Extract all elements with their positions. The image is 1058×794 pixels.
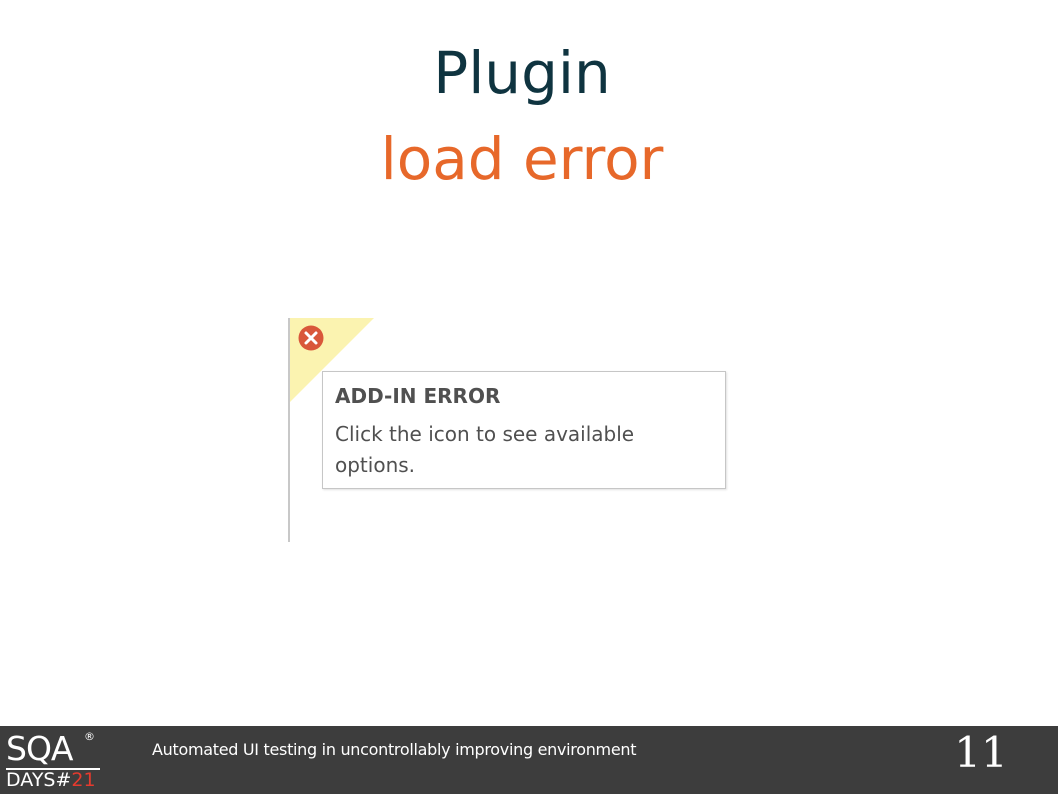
slide-footer: SQA ® DAYS#21 Automated UI testing in un… <box>0 726 1058 794</box>
slide-number: 11 <box>954 728 1008 777</box>
logo-brand-text: SQA <box>6 729 73 768</box>
sqa-days-logo: SQA ® DAYS#21 <box>4 728 104 792</box>
slide-title-line1: Plugin <box>433 39 611 107</box>
error-circle-x-icon[interactable] <box>297 324 325 352</box>
slide-title-line2: load error <box>380 125 664 193</box>
logo-edition-number: 21 <box>71 769 96 791</box>
registered-mark: ® <box>84 730 95 743</box>
logo-days-label: DAYS <box>6 769 56 791</box>
logo-days-text: DAYS#21 <box>6 769 96 791</box>
addin-error-heading: ADD-IN ERROR <box>335 384 501 408</box>
addin-error-message: Click the icon to see available options. <box>335 422 635 477</box>
addin-error-tooltip: ADD-IN ERROR Click the icon to see avail… <box>322 371 726 489</box>
logo-hash: # <box>55 769 72 791</box>
footer-caption: Automated UI testing in uncontrollably i… <box>152 740 637 759</box>
